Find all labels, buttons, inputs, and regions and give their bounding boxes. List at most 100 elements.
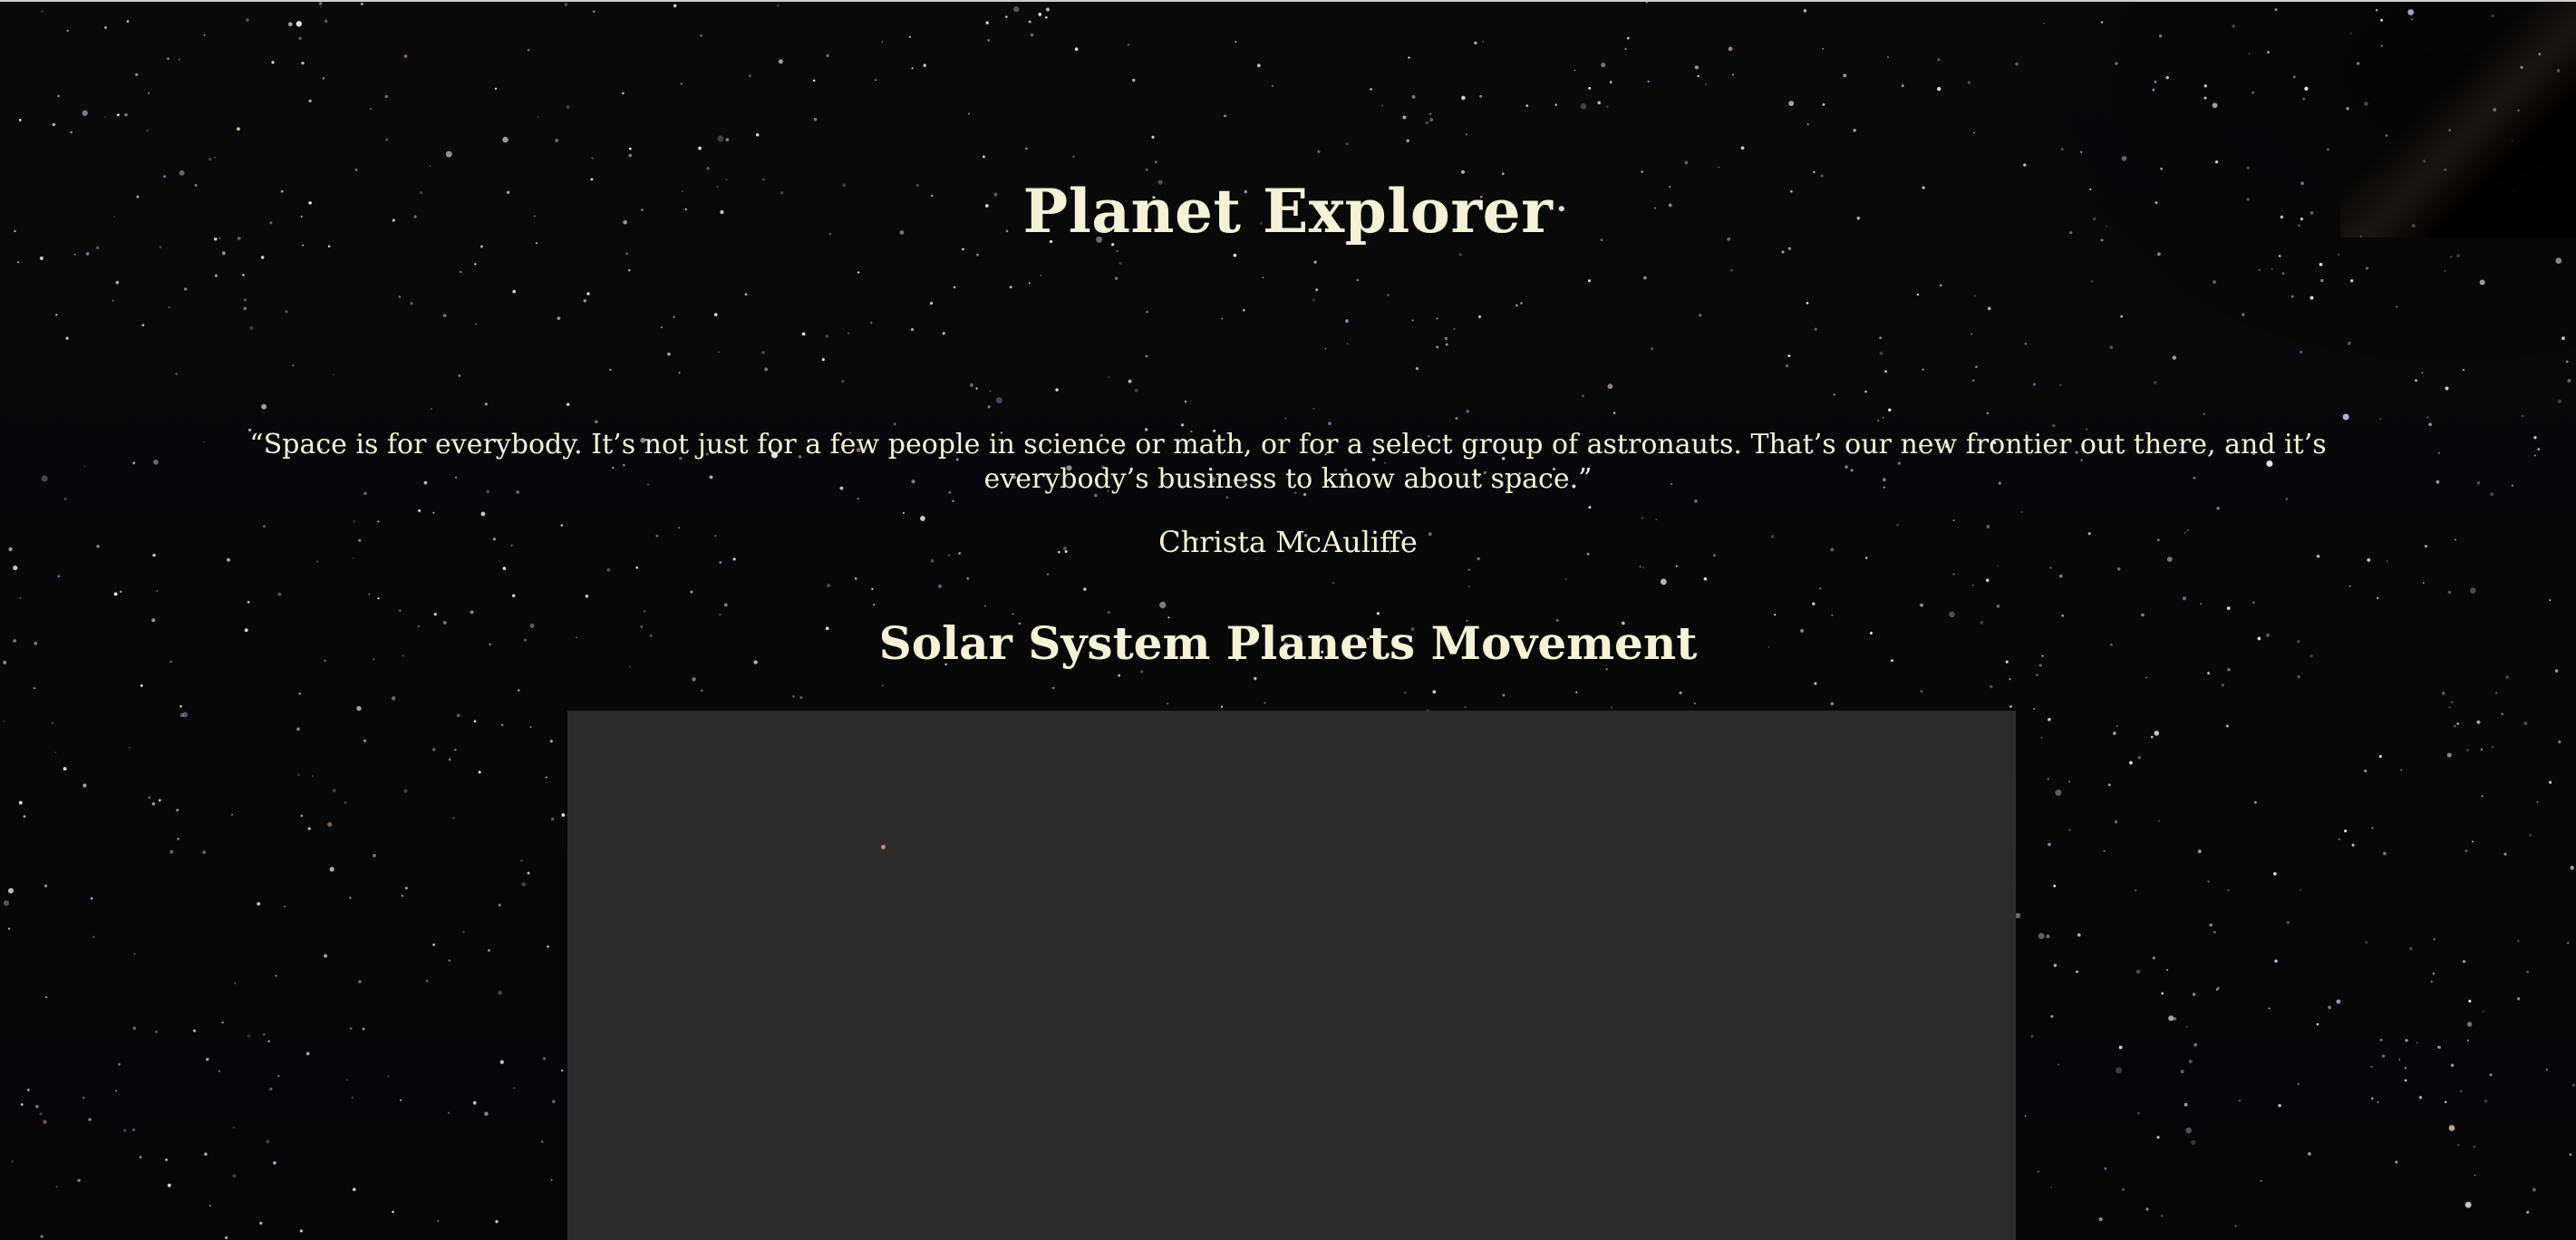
star (2449, 256, 2453, 258)
star (1312, 407, 1315, 411)
star (2404, 1066, 2407, 1070)
star (2302, 97, 2306, 101)
star (473, 720, 477, 723)
star (206, 1058, 209, 1061)
star (2120, 315, 2124, 318)
star (2297, 675, 2300, 679)
star (2107, 783, 2111, 787)
star (261, 256, 265, 259)
star (521, 882, 527, 886)
star (2137, 755, 2142, 760)
star (1013, 5, 1020, 13)
star (2428, 422, 2432, 427)
star (2043, 22, 2045, 24)
star (2344, 829, 2348, 833)
star (118, 1062, 121, 1066)
star (1641, 517, 1643, 519)
star (1145, 168, 1148, 171)
star (2567, 942, 2570, 945)
star (1009, 286, 1012, 289)
star (1704, 82, 1708, 86)
star (311, 775, 314, 778)
star (208, 157, 212, 161)
star (511, 594, 516, 598)
star (2118, 1045, 2123, 1050)
star (454, 749, 457, 751)
star (263, 1033, 266, 1036)
star (875, 79, 877, 82)
star (2217, 986, 2220, 990)
star (147, 92, 150, 94)
star (2493, 108, 2497, 112)
star (90, 896, 93, 900)
star (116, 113, 120, 117)
star (2152, 956, 2155, 960)
star (1718, 166, 1719, 169)
star (2165, 968, 2169, 972)
star (910, 327, 915, 332)
star (2137, 1112, 2140, 1115)
star (2020, 511, 2023, 514)
star (403, 54, 408, 58)
star (332, 789, 336, 793)
star (460, 271, 462, 273)
star (2214, 160, 2219, 164)
star (324, 19, 328, 24)
star (167, 1183, 171, 1187)
star (1501, 172, 1505, 175)
star (1987, 306, 1991, 311)
star (487, 948, 491, 953)
star (2409, 946, 2413, 951)
star (82, 110, 88, 116)
star (2450, 1063, 2455, 1068)
star (2015, 62, 2019, 66)
star (628, 147, 632, 150)
star (1684, 160, 1689, 165)
star (1611, 706, 1613, 709)
star (271, 61, 275, 64)
star (214, 156, 217, 159)
star (1882, 416, 1885, 420)
star (2570, 866, 2574, 870)
star (54, 751, 57, 754)
star (1985, 578, 1990, 582)
star (976, 253, 979, 257)
star (1936, 86, 1942, 92)
star (1264, 702, 1266, 704)
star (384, 95, 388, 99)
star (1822, 102, 1825, 106)
star (2048, 718, 2051, 722)
star (2385, 134, 2388, 137)
star (2225, 724, 2229, 728)
star (989, 390, 992, 392)
star (2491, 15, 2494, 17)
star (1411, 319, 1414, 322)
star (344, 801, 346, 804)
star (2537, 448, 2541, 450)
star (2038, 1170, 2039, 1173)
star (799, 695, 803, 700)
star (2116, 724, 2118, 728)
star (761, 351, 765, 354)
star (499, 1060, 504, 1064)
star (2349, 32, 2352, 34)
star (2024, 343, 2027, 345)
star (2557, 69, 2561, 73)
star (1159, 601, 1167, 608)
solar-system-canvas[interactable] (567, 711, 2016, 1240)
star (2226, 606, 2231, 610)
star (1453, 327, 1456, 331)
star (418, 509, 421, 512)
star (1699, 314, 1702, 317)
star (2100, 21, 2104, 24)
star (259, 1221, 263, 1225)
star (208, 1205, 211, 1207)
star (561, 1069, 564, 1072)
star (348, 896, 352, 899)
star (2121, 1187, 2126, 1191)
star (2327, 148, 2329, 151)
star (2188, 1060, 2193, 1063)
star (1612, 412, 1616, 414)
star (1055, 388, 1059, 392)
star (2448, 706, 2451, 709)
